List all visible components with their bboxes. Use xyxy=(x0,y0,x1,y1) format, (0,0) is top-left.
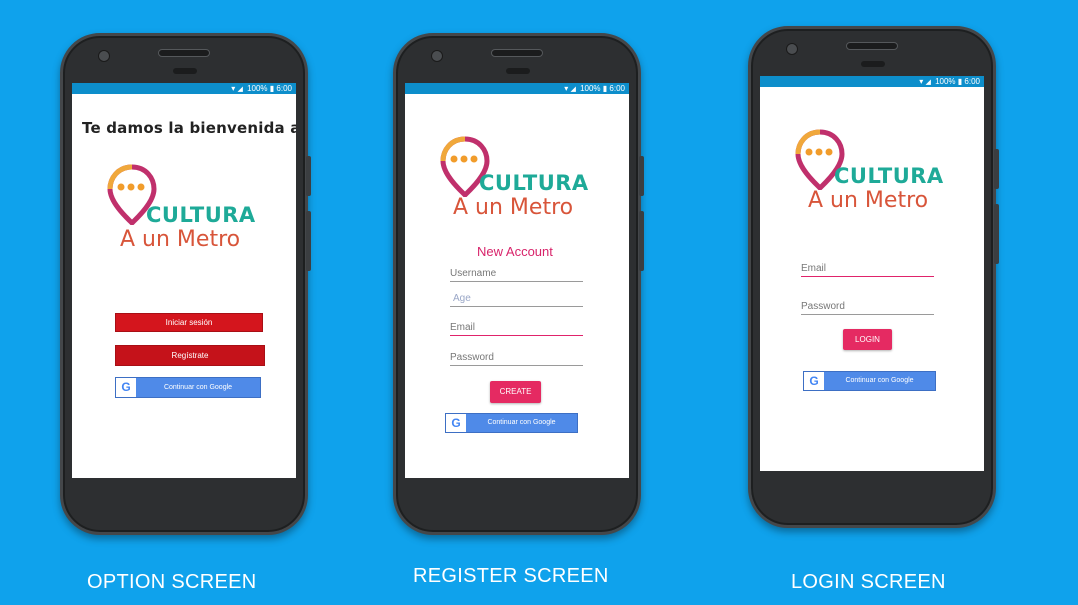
status-bar: ▾ ◢ 100% ▮ 6:00 xyxy=(72,83,296,94)
register-screen: ▾ ◢ 100% ▮ 6:00 CULTURA A un Metro New A… xyxy=(405,83,629,478)
volume-button xyxy=(639,211,644,271)
clock: 6:00 xyxy=(964,77,980,86)
microphone xyxy=(173,68,197,74)
battery-level: 100% xyxy=(247,84,268,93)
status-bar: ▾ ◢ 100% ▮ 6:00 xyxy=(760,76,984,87)
volume-button xyxy=(994,204,999,264)
google-icon: G xyxy=(116,378,136,397)
status-bar: ▾ ◢ 100% ▮ 6:00 xyxy=(405,83,629,94)
microphone xyxy=(506,68,530,74)
wifi-icon: ▾ xyxy=(231,84,236,93)
password-field[interactable]: Password xyxy=(801,298,934,315)
power-button xyxy=(639,156,644,196)
register-screen-caption: REGISTER SCREEN xyxy=(413,565,609,587)
app-logo: CULTURA A un Metro xyxy=(102,163,282,253)
google-icon: G xyxy=(804,372,824,390)
signal-icon: ◢ xyxy=(570,86,576,93)
option-screen: ▾ ◢ 100% ▮ 6:00 Te damos la bienvenida a… xyxy=(72,83,296,478)
wifi-icon: ▾ xyxy=(919,77,924,86)
battery-icon: ▮ xyxy=(602,84,608,93)
battery-icon: ▮ xyxy=(957,77,963,86)
wifi-icon: ▾ xyxy=(564,84,569,93)
battery-icon: ▮ xyxy=(269,84,275,93)
signal-icon: ◢ xyxy=(237,86,243,93)
logo-metro-text: A un Metro xyxy=(453,195,574,220)
app-logo: CULTURA A un Metro xyxy=(790,128,970,218)
email-field[interactable]: Email xyxy=(801,260,934,277)
welcome-heading: Te damos la bienvenida a xyxy=(82,119,296,137)
google-icon: G xyxy=(446,414,466,432)
phone-register-screen: ▾ ◢ 100% ▮ 6:00 CULTURA A un Metro New A… xyxy=(393,33,644,535)
login-screen: ▾ ◢ 100% ▮ 6:00 CULTURA A un Metro Email… xyxy=(760,76,984,471)
earpiece-speaker xyxy=(846,42,898,50)
logo-metro-text: A un Metro xyxy=(808,188,929,213)
front-camera xyxy=(786,43,798,55)
earpiece-speaker xyxy=(491,49,543,57)
power-button xyxy=(994,149,999,189)
volume-button xyxy=(306,211,311,271)
clock: 6:00 xyxy=(609,84,625,93)
app-logo: CULTURA A un Metro xyxy=(435,135,615,225)
signal-icon: ◢ xyxy=(925,79,931,86)
login-button[interactable]: Iniciar sesión xyxy=(115,313,263,332)
register-button[interactable]: Regístrate xyxy=(115,345,265,366)
age-field[interactable]: Age xyxy=(450,290,583,307)
login-screen-caption: LOGIN SCREEN xyxy=(791,571,946,593)
clock: 6:00 xyxy=(276,84,292,93)
google-signin-button[interactable]: G Continuar con Google xyxy=(803,371,936,391)
password-field[interactable]: Password xyxy=(450,349,583,366)
battery-level: 100% xyxy=(580,84,601,93)
email-field[interactable]: Email xyxy=(450,319,583,336)
logo-cultura-text: CULTURA xyxy=(834,164,944,188)
logo-cultura-text: CULTURA xyxy=(479,171,589,195)
logo-cultura-text: CULTURA xyxy=(146,203,256,227)
microphone xyxy=(861,61,885,67)
front-camera xyxy=(431,50,443,62)
phone-login-screen: ▾ ◢ 100% ▮ 6:00 CULTURA A un Metro Email… xyxy=(748,26,999,528)
option-screen-caption: OPTION SCREEN xyxy=(87,571,257,593)
front-camera xyxy=(98,50,110,62)
login-button[interactable]: LOGIN xyxy=(843,329,892,350)
google-signin-button[interactable]: G Continuar con Google xyxy=(115,377,261,398)
power-button xyxy=(306,156,311,196)
username-field[interactable]: Username xyxy=(450,265,583,282)
phone-option-screen: ▾ ◢ 100% ▮ 6:00 Te damos la bienvenida a… xyxy=(60,33,311,535)
create-button[interactable]: CREATE xyxy=(490,381,541,403)
battery-level: 100% xyxy=(935,77,956,86)
earpiece-speaker xyxy=(158,49,210,57)
google-signin-button[interactable]: G Continuar con Google xyxy=(445,413,578,433)
new-account-title: New Account xyxy=(477,244,553,259)
logo-metro-text: A un Metro xyxy=(120,227,241,252)
